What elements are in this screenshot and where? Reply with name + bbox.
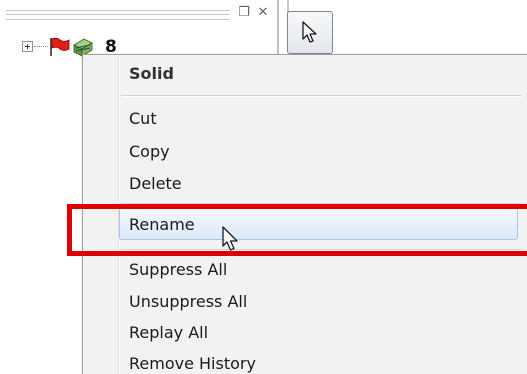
menu-item-delete[interactable]: Delete: [129, 174, 182, 194]
panel-header: ❐ ✕: [0, 0, 277, 30]
menu-separator: [121, 95, 521, 97]
menu-item-copy[interactable]: Copy: [129, 142, 170, 162]
red-flag-icon: [50, 37, 70, 56]
close-icon[interactable]: ✕: [256, 6, 270, 20]
arrow-pointer-icon: [302, 21, 317, 43]
highlight-annotation-box: [67, 204, 527, 256]
menu-item-unsuppress-all[interactable]: Unsuppress All: [129, 292, 247, 312]
menu-item-cut[interactable]: Cut: [129, 109, 157, 129]
tree-connector: [34, 46, 48, 47]
menu-item-suppress-all[interactable]: Suppress All: [129, 260, 227, 280]
select-tool-button[interactable]: [287, 11, 333, 54]
restore-icon[interactable]: ❐: [237, 6, 251, 20]
menu-title: Solid: [129, 64, 174, 83]
menu-item-replay-all[interactable]: Replay All: [129, 323, 208, 343]
menu-item-remove-history[interactable]: Remove History: [129, 354, 256, 374]
expand-plus-icon[interactable]: [22, 41, 33, 52]
panel-drag-grip[interactable]: [6, 10, 230, 20]
mouse-cursor-icon: [222, 226, 238, 251]
